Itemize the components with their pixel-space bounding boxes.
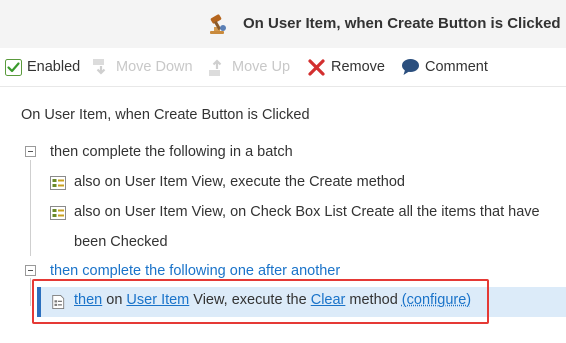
batch-action-create[interactable]: also on User Item View, execute the Crea…	[74, 174, 405, 190]
move-down-button[interactable]: Move Down	[92, 57, 193, 77]
enabled-checkbox[interactable]: Enabled	[5, 57, 80, 77]
title-bar: On User Item, when Create Button is Clic…	[0, 0, 566, 48]
method-icon	[50, 176, 66, 190]
tree-connector	[30, 160, 31, 256]
batch-action-check-all[interactable]: also on User Item View, on Check Box Lis…	[74, 204, 540, 220]
page-title: On User Item, when Create Button is Clic…	[243, 15, 561, 32]
move-up-icon	[209, 58, 222, 76]
batch-group-label[interactable]: then complete the following in a batch	[50, 144, 293, 160]
method-icon	[50, 206, 66, 220]
move-down-icon	[93, 58, 106, 75]
comment-button[interactable]: Comment	[401, 57, 488, 77]
remove-x-icon	[308, 58, 325, 76]
rule-gavel-icon	[210, 14, 226, 34]
collapse-toggle-sequence[interactable]	[25, 265, 36, 276]
checkbox-checked-icon[interactable]	[5, 58, 22, 76]
sequence-group-label[interactable]: then complete the following one after an…	[50, 263, 340, 279]
move-down-label: Move Down	[116, 59, 193, 75]
enabled-label: Enabled	[27, 59, 81, 75]
batch-action-check-all-cont[interactable]: been Checked	[74, 234, 168, 250]
remove-button[interactable]: Remove	[307, 57, 385, 77]
tree-connector	[30, 278, 31, 306]
collapse-toggle-batch[interactable]	[25, 146, 36, 157]
toolbar-divider	[0, 86, 566, 87]
remove-label: Remove	[331, 59, 385, 75]
toolbar: Enabled Move Down Move Up Remove Comment	[0, 48, 566, 86]
move-up-label: Move Up	[232, 59, 291, 75]
comment-bubble-icon	[402, 59, 419, 75]
highlight-annotation-box	[32, 279, 489, 324]
comment-label: Comment	[425, 59, 488, 75]
move-up-button[interactable]: Move Up	[208, 57, 290, 77]
rule-heading: On User Item, when Create Button is Clic…	[21, 107, 310, 123]
